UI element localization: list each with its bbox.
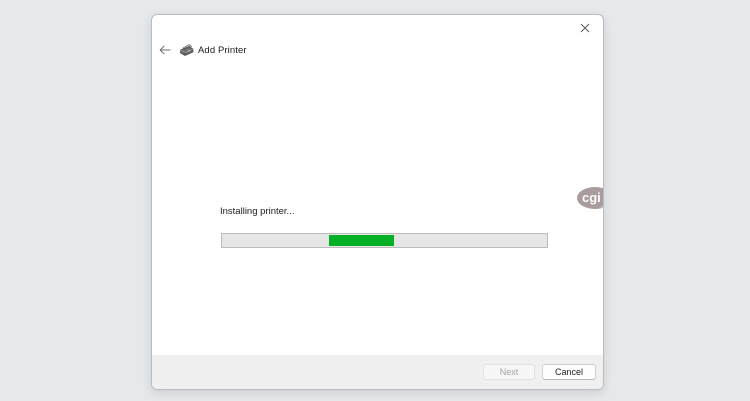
watermark-logo: cgi com xyxy=(576,183,604,211)
back-button[interactable] xyxy=(156,41,174,59)
dialog-header: Add Printer xyxy=(179,42,247,58)
dialog-footer: Next Cancel xyxy=(152,355,603,389)
cancel-button[interactable]: Cancel xyxy=(542,364,596,380)
next-button[interactable]: Next xyxy=(483,364,535,380)
svg-text:com: com xyxy=(601,204,604,209)
close-button[interactable] xyxy=(573,17,597,39)
progress-indicator xyxy=(329,235,394,246)
printer-icon xyxy=(179,43,194,57)
back-arrow-icon xyxy=(159,45,171,55)
svg-text:cgi: cgi xyxy=(582,190,601,205)
desktop-background: Add Printer Installing printer... cgi co… xyxy=(0,0,750,401)
close-icon xyxy=(580,23,590,33)
dialog-title: Add Printer xyxy=(198,44,247,56)
status-text: Installing printer... xyxy=(220,206,295,217)
progress-bar xyxy=(221,233,548,248)
add-printer-dialog: Add Printer Installing printer... cgi co… xyxy=(151,14,604,390)
